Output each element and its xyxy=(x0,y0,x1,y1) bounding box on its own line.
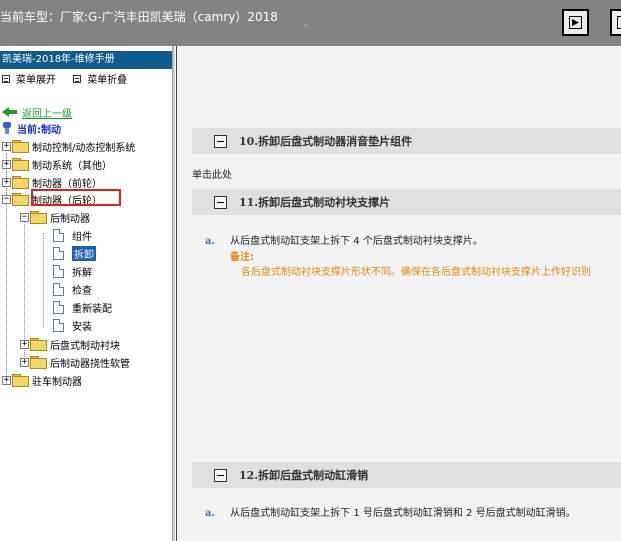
expand-icon xyxy=(2,74,10,83)
section-12-header[interactable]: 12.拆卸后盘式制动缸滑销 xyxy=(192,462,621,488)
expand-toggle-icon[interactable]: + xyxy=(20,357,29,367)
current-location-icon xyxy=(2,121,13,135)
tree-item-label: 后制动器 xyxy=(50,213,90,225)
folder-icon xyxy=(12,140,29,153)
folder-icon xyxy=(30,338,47,351)
folder-open-icon xyxy=(12,193,29,206)
tree-leaf-disassembly[interactable]: 拆解 xyxy=(53,262,92,280)
folder-icon xyxy=(12,374,29,387)
step-label: a. xyxy=(205,508,215,519)
folder-icon xyxy=(30,356,47,369)
title-bar: 当前车型：厂家:G-广汽丰田凯美瑞（camry）2018 . xyxy=(0,0,621,46)
step-text: 从后盘式制动缸支架上拆下 4 个后盘式制动衬块支撑片。 xyxy=(230,236,483,247)
section-11-header[interactable]: 11.拆卸后盘式制动衬块支撑片 xyxy=(192,189,621,215)
highlight-box xyxy=(31,189,121,206)
collapse-section-icon[interactable] xyxy=(214,468,227,482)
tree-leaf-label: 检查 xyxy=(72,285,92,297)
expand-toggle-icon[interactable]: + xyxy=(2,141,11,151)
tree-item-brake-system-other[interactable]: + 制动系统（其他） xyxy=(2,155,112,173)
expand-toggle-icon[interactable]: + xyxy=(20,339,29,349)
tree-item-rear-brake[interactable]: − 后制动器 xyxy=(20,208,90,226)
window-icon xyxy=(617,16,621,29)
collapse-section-icon[interactable] xyxy=(214,195,227,209)
tree-leaf-label: 安装 xyxy=(72,321,92,333)
tree-item-label: 后盘式制动衬块 xyxy=(50,340,120,352)
menu-expand-label: 菜单展开 xyxy=(16,75,56,86)
tree-item-label: 制动系统（其他） xyxy=(32,160,112,172)
tree-item-parking-brake[interactable]: + 驻车制动器 xyxy=(2,371,82,389)
window-button[interactable] xyxy=(610,9,621,36)
menu-collapse-button[interactable]: 菜单折叠 xyxy=(71,71,127,86)
section-10-title: 10.拆卸后盘式制动器消音垫片组件 xyxy=(239,135,413,148)
document-icon xyxy=(53,228,64,242)
restore-icon xyxy=(569,16,582,29)
document-icon xyxy=(53,282,64,296)
restore-button[interactable] xyxy=(562,9,589,36)
folder-open-icon xyxy=(30,211,47,224)
section-12-title: 12.拆卸后盘式制动缸滑销 xyxy=(239,469,369,482)
tree-leaf-reassembly[interactable]: 重新装配 xyxy=(53,298,112,316)
document-icon xyxy=(53,246,64,260)
tree-leaf-label-selected: 拆卸 xyxy=(72,245,96,261)
folder-icon xyxy=(12,158,29,171)
manual-title: 凯美瑞-2018年-维修手册 xyxy=(0,51,172,69)
expand-toggle-icon[interactable]: + xyxy=(2,177,11,187)
back-link-label: 返回上一级 xyxy=(22,108,72,120)
tree-item-label: 制动器（前轮） xyxy=(32,178,102,190)
note-text: 各后盘式制动衬块支撑片形状不同。确保在各后盘式制动衬块支撑片上作好识别 xyxy=(241,267,591,278)
section-11-step: a. 从后盘式制动缸支架上拆下 4 个后盘式制动衬块支撑片。 xyxy=(205,232,483,247)
collapse-icon xyxy=(73,74,82,83)
tree-guide xyxy=(43,233,44,327)
click-here-link[interactable]: 单击此处 xyxy=(192,166,232,181)
document-icon xyxy=(53,300,64,314)
tree-leaf-removal[interactable]: 拆卸 xyxy=(53,244,96,262)
tree-item-label: 后制动器挠性软管 xyxy=(50,358,130,370)
note-heading: 备注: xyxy=(230,252,254,263)
collapse-toggle-icon[interactable]: − xyxy=(20,212,29,222)
tree-item-rear-brake-flex-hose[interactable]: + 后制动器挠性软管 xyxy=(20,353,130,371)
tree-item-rear-disc-pad-support[interactable]: + 后盘式制动衬块 xyxy=(20,335,120,353)
content-pane: 10.拆卸后盘式制动器消音垫片组件 单击此处 11.拆卸后盘式制动衬块支撑片 a… xyxy=(177,46,621,541)
title-dot: . xyxy=(304,18,308,29)
tree-leaf-components[interactable]: 组件 xyxy=(53,226,92,244)
section-10-header[interactable]: 10.拆卸后盘式制动器消音垫片组件 xyxy=(192,128,621,154)
expand-toggle-icon[interactable]: + xyxy=(2,375,11,385)
folder-icon xyxy=(12,176,29,189)
section-12-step: a. 从后盘式制动缸支架上拆下 1 号后盘式制动缸滑销和 2 号后盘式制动缸滑销… xyxy=(205,504,576,519)
current-node: 当前:制动 xyxy=(0,119,61,137)
tree-item-label: 驻车制动器 xyxy=(32,376,82,388)
tree-leaf-installation[interactable]: 安装 xyxy=(53,316,92,334)
back-arrow-icon xyxy=(2,106,18,118)
expand-toggle-icon[interactable]: + xyxy=(2,159,11,169)
tree-leaf-inspection[interactable]: 检查 xyxy=(53,280,92,298)
tree-item-label: 制动控制/动态控制系统 xyxy=(32,142,136,154)
menu-expand-button[interactable]: 菜单展开 xyxy=(0,71,56,86)
document-icon xyxy=(53,264,64,278)
current-node-label: 当前:制动 xyxy=(17,124,61,136)
vehicle-title: 当前车型：厂家:G-广汽丰田凯美瑞（camry）2018 xyxy=(0,10,278,24)
step-label: a. xyxy=(205,236,215,247)
menu-collapse-label: 菜单折叠 xyxy=(87,75,128,86)
tree-leaf-label: 重新装配 xyxy=(72,303,112,315)
tree-item-brake-control[interactable]: + 制动控制/动态控制系统 xyxy=(2,137,135,155)
tree-leaf-label: 拆解 xyxy=(72,267,92,279)
document-icon xyxy=(53,318,64,332)
tree-leaf-label: 组件 xyxy=(72,231,92,243)
collapse-toggle-icon[interactable]: − xyxy=(2,194,11,204)
menu-controls: 菜单展开 菜单折叠 xyxy=(0,71,139,87)
step-text: 从后盘式制动缸支架上拆下 1 号后盘式制动缸滑销和 2 号后盘式制动缸滑销。 xyxy=(230,508,576,519)
collapse-section-icon[interactable] xyxy=(214,134,227,148)
section-11-title: 11.拆卸后盘式制动衬块支撑片 xyxy=(239,196,391,209)
